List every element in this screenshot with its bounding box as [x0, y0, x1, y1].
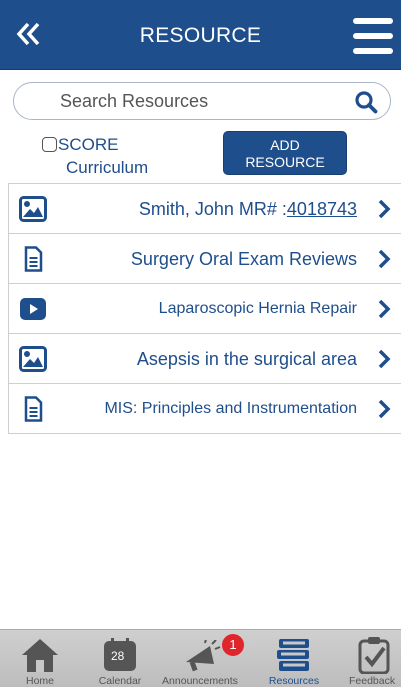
search-icon[interactable] — [354, 90, 378, 114]
resource-label: Surgery Oral Exam Reviews — [130, 248, 357, 269]
tab-home[interactable]: Home — [0, 630, 80, 687]
mrn-link[interactable]: 4018743 — [287, 199, 357, 220]
score-curriculum-filter[interactable]: SCORE Curriculum — [42, 133, 192, 183]
search-bar — [13, 82, 391, 120]
tab-announcements[interactable]: 1 Announcements — [160, 630, 244, 687]
tab-label: Feedback — [349, 675, 396, 687]
add-resource-button[interactable]: ADD RESOURCE — [223, 131, 347, 175]
score-curriculum-checkbox[interactable] — [42, 137, 57, 152]
clipboard-check-icon — [358, 637, 390, 674]
calendar-day: 28 — [111, 649, 125, 663]
resource-item[interactable]: Surgery Oral Exam Reviews — [8, 234, 401, 284]
resource-label: Asepsis in the surgical area — [136, 348, 357, 369]
tab-label: Announcements — [162, 675, 238, 687]
notification-badge: 1 — [222, 634, 244, 656]
document-icon — [24, 396, 43, 422]
chevron-right-icon — [378, 399, 391, 419]
tab-resources[interactable]: Resources — [254, 630, 334, 687]
hamburger-menu-icon-bar — [353, 48, 393, 54]
add-resource-label-line1: ADD — [270, 137, 300, 153]
video-play-icon — [20, 298, 46, 320]
menu-button[interactable] — [353, 18, 393, 54]
resource-list: Smith, John MR# :4018743 Surgery Oral Ex… — [8, 183, 401, 434]
image-icon — [19, 196, 47, 222]
page-title: RESOURCE — [139, 24, 262, 47]
hamburger-menu-icon-bar — [353, 33, 393, 39]
chevron-right-icon — [378, 299, 391, 319]
resource-item[interactable]: Smith, John MR# :4018743 — [8, 184, 401, 234]
curriculum-label: Curriculum — [66, 158, 149, 177]
books-icon — [277, 639, 309, 671]
resource-label: Smith, John MR# :4018743 — [139, 184, 357, 234]
resource-item[interactable]: Asepsis in the surgical area — [8, 334, 401, 384]
search-input[interactable] — [60, 83, 340, 119]
patient-name: Smith, John MR# : — [138, 198, 287, 219]
tab-label: Resources — [268, 675, 320, 687]
score-label: SCORE — [58, 135, 119, 154]
add-resource-label-line2: RESOURCE — [245, 154, 325, 170]
chevron-right-icon — [378, 199, 391, 219]
resource-label: Laparoscopic Hernia Repair — [158, 300, 357, 317]
top-bar: RESOURCE — [0, 0, 401, 70]
resource-label: MIS: Principles and Instrumentation — [104, 400, 357, 417]
chevron-right-icon — [378, 249, 391, 269]
document-icon — [24, 246, 43, 272]
tab-label: Home — [25, 675, 54, 687]
tab-feedback[interactable]: Feedback — [335, 630, 401, 687]
image-icon — [19, 346, 47, 372]
home-icon — [22, 639, 58, 672]
megaphone-icon — [186, 640, 221, 672]
hamburger-menu-icon-bar — [353, 18, 393, 24]
resource-item[interactable]: Laparoscopic Hernia Repair — [8, 284, 401, 334]
bottom-tab-bar: Home 28 Calendar 1 Announcements Resourc… — [0, 629, 401, 687]
chevron-right-icon — [378, 349, 391, 369]
resource-item[interactable]: MIS: Principles and Instrumentation — [8, 384, 401, 434]
tab-calendar[interactable]: 28 Calendar — [80, 630, 160, 687]
tab-label: Calendar — [98, 675, 142, 687]
